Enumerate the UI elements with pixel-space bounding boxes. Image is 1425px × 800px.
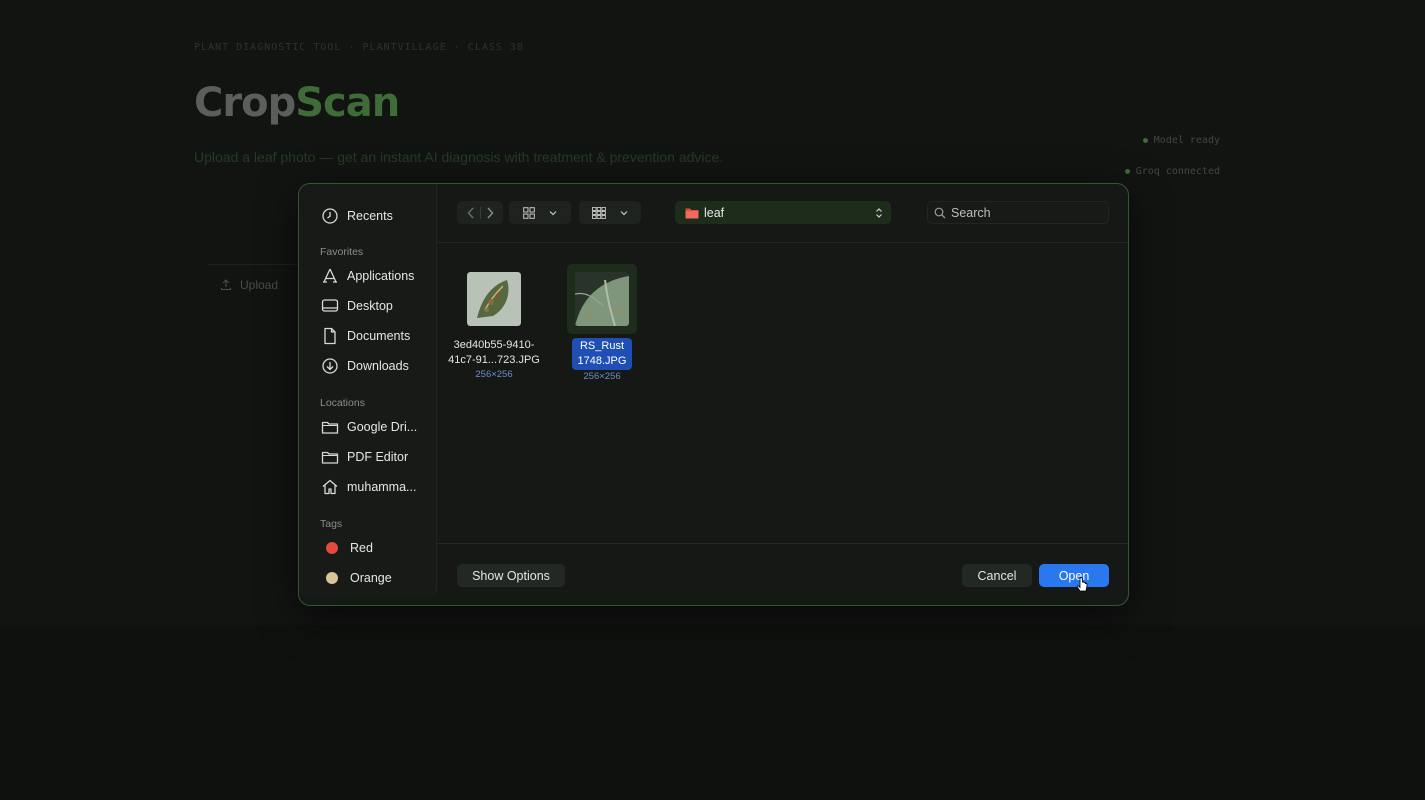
sidebar-item-downloads[interactable]: Downloads: [321, 356, 431, 376]
open-button[interactable]: Open: [1039, 564, 1109, 587]
sidebar-item-label: muhamma...: [347, 480, 417, 494]
back-button[interactable]: [462, 207, 480, 219]
status-dot-icon: [1124, 169, 1130, 174]
sidebar-item-label: Desktop: [347, 299, 393, 313]
file-name: 3ed40b55-9410-41c7-91...723.JPG: [448, 339, 540, 366]
sidebar-item-documents[interactable]: Documents: [321, 326, 431, 346]
up-down-chevron-icon: [876, 207, 882, 218]
sidebar-item-label: Orange: [350, 571, 392, 585]
tagline: Upload a leaf photo — get an instant AI …: [194, 149, 724, 165]
file-dimensions: 256×256: [475, 369, 513, 380]
sidebar-item-label: PDF Editor: [347, 450, 409, 464]
file-dimensions: 256×256: [583, 371, 621, 382]
folder-icon: [321, 451, 339, 464]
file-thumbnail-frame: [459, 264, 529, 334]
sidebar-header-locations: Locations: [320, 397, 365, 409]
sidebar-item-label: Applications: [347, 269, 415, 283]
sidebar-item-tag-red[interactable]: Red: [321, 538, 431, 558]
sidebar-item-applications[interactable]: Applications: [321, 266, 431, 286]
brand-part-scan: Scan: [295, 80, 400, 126]
sidebar-item-desktop[interactable]: Desktop: [321, 296, 431, 316]
applications-icon: [323, 268, 337, 283]
status-dot-icon: [1142, 138, 1148, 143]
sidebar-header-tags: Tags: [320, 518, 343, 530]
brand-part-crop: Crop: [194, 80, 296, 126]
file-item-3ed40b55[interactable]: 3ed40b55-9410-41c7-91...723.JPG 256×256: [439, 264, 549, 380]
lower-background: [0, 625, 1425, 800]
red-folder-icon: [685, 208, 699, 218]
home-icon: [322, 479, 338, 495]
forward-button[interactable]: [481, 207, 499, 219]
clock-icon: [322, 208, 338, 224]
file-open-dialog: Recents Favorites Applications Desktop D…: [298, 183, 1129, 606]
location-popup[interactable]: leaf: [675, 201, 891, 224]
back-forward-group: [457, 201, 503, 224]
search-placeholder: Search: [951, 205, 991, 220]
sidebar-item-recents[interactable]: Recents: [321, 206, 431, 226]
tag-orange-dot-icon: [326, 572, 338, 584]
sidebar-header-favorites: Favorites: [320, 246, 364, 258]
eyebrow-text: PLANT DIAGNOSTIC TOOL · PLANTVILLAGE · C…: [194, 42, 524, 53]
toolbar-divider: [436, 242, 1128, 243]
upload-icon: [220, 278, 232, 290]
folder-icon: [321, 421, 339, 434]
view-mode-button[interactable]: [509, 201, 571, 224]
group-grid-icon: [592, 206, 606, 219]
sidebar-item-tag-orange[interactable]: Orange: [321, 568, 431, 588]
sidebar-item-label: Downloads: [347, 359, 409, 373]
file-name-selected: RS_Rust 1748.JPG: [572, 338, 632, 370]
group-by-button[interactable]: [579, 201, 641, 224]
desktop-icon: [321, 299, 339, 312]
search-field[interactable]: Search: [927, 201, 1109, 224]
tab-upload[interactable]: Upload: [208, 264, 298, 304]
file-thumbnail-frame-selected: [567, 264, 637, 334]
leaf-thumbnail-icon: [575, 272, 629, 326]
chevron-down-icon: [549, 210, 557, 215]
cancel-button[interactable]: Cancel: [962, 564, 1032, 587]
download-icon: [322, 358, 338, 374]
sidebar-item-label: Red: [350, 541, 373, 555]
sidebar-item-pdf-editor[interactable]: PDF Editor: [321, 447, 431, 467]
sidebar-item-home[interactable]: muhamma...: [321, 477, 431, 497]
tab-upload-label: Upload: [240, 277, 279, 292]
chevron-left-icon: [467, 207, 474, 218]
location-label: leaf: [704, 205, 725, 220]
status-model-label: Model ready: [1153, 135, 1220, 146]
sidebar-item-label: Documents: [347, 329, 411, 343]
grid-view-icon: [523, 206, 535, 219]
file-item-rs-rust-1748[interactable]: RS_Rust 1748.JPG 256×256: [547, 264, 657, 382]
dialog-sidebar: Recents Favorites Applications Desktop D…: [299, 184, 437, 596]
chevron-right-icon: [486, 207, 493, 218]
chevron-down-icon: [620, 210, 628, 215]
status-model-ready: Model ready: [1142, 135, 1220, 146]
brand-title: CropScan: [194, 80, 400, 126]
document-icon: [324, 327, 336, 345]
tag-red-dot-icon: [326, 542, 338, 554]
show-options-button[interactable]: Show Options: [457, 564, 565, 587]
sidebar-item-label: Recents: [347, 209, 393, 223]
sidebar-item-google-drive[interactable]: Google Dri...: [321, 417, 431, 437]
search-icon: [934, 207, 946, 218]
status-groq-connected: Groq connected: [1124, 166, 1220, 177]
footer-divider: [436, 543, 1128, 544]
status-groq-label: Groq connected: [1135, 166, 1220, 177]
leaf-thumbnail-icon: [467, 272, 521, 326]
mouse-pointer-icon: [1076, 577, 1088, 592]
sidebar-item-label: Google Dri...: [347, 420, 418, 434]
